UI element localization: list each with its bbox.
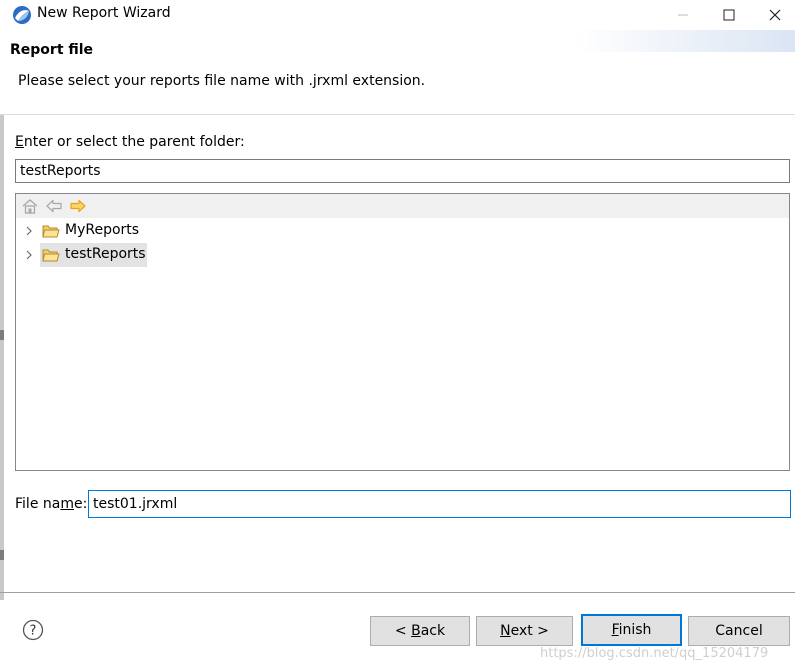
page-title: Report file: [10, 42, 94, 58]
new-report-wizard-window: New Report Wizard Report file Please sel…: [0, 0, 795, 671]
file-name-label: File name:: [15, 496, 88, 512]
watermark-text: https://blog.csdn.net/qq_15204179: [540, 646, 769, 661]
forward-arrow-icon[interactable]: [69, 197, 87, 215]
app-icon: [13, 6, 31, 24]
finish-button[interactable]: Finish: [581, 614, 682, 646]
tree-item-label: testReports: [65, 246, 146, 262]
close-button[interactable]: [752, 0, 795, 30]
parent-folder-label: Enter or select the parent folder:: [15, 134, 245, 150]
mnemonic: E: [15, 134, 24, 150]
maximize-icon: [723, 9, 735, 21]
maximize-button[interactable]: [706, 0, 752, 30]
wizard-banner: Report file Please select your reports f…: [0, 30, 795, 115]
tree-item-selected[interactable]: testReports: [16, 243, 789, 267]
tree-item-label: MyReports: [65, 222, 140, 238]
file-name-input[interactable]: [88, 490, 791, 518]
tree-toolbar: [16, 194, 789, 218]
help-icon[interactable]: ?: [22, 619, 44, 641]
cancel-button[interactable]: Cancel: [688, 616, 790, 646]
parent-folder-input[interactable]: [15, 159, 790, 183]
folder-icon: [42, 249, 60, 262]
page-description: Please select your reports file name wit…: [18, 73, 426, 89]
close-icon: [769, 9, 781, 21]
mnemonic: m: [60, 496, 74, 512]
minimize-button[interactable]: [660, 0, 706, 30]
title-bar[interactable]: New Report Wizard: [0, 0, 795, 30]
window-left-edge: [0, 30, 4, 600]
expand-chevron-icon[interactable]: [23, 223, 35, 239]
home-icon[interactable]: [21, 197, 39, 215]
back-arrow-icon[interactable]: [45, 197, 63, 215]
next-button[interactable]: Next >: [476, 616, 573, 646]
folder-tree[interactable]: MyReports testReports: [15, 193, 790, 471]
banner-gradient: [575, 30, 795, 52]
tree-item[interactable]: MyReports: [16, 219, 789, 243]
window-title: New Report Wizard: [37, 5, 171, 21]
button-bar-separator: [0, 592, 795, 593]
minimize-icon: [678, 14, 688, 16]
svg-text:?: ?: [30, 624, 37, 639]
expand-chevron-icon[interactable]: [23, 247, 35, 263]
folder-icon: [42, 225, 60, 238]
back-button[interactable]: < Back: [370, 616, 470, 646]
